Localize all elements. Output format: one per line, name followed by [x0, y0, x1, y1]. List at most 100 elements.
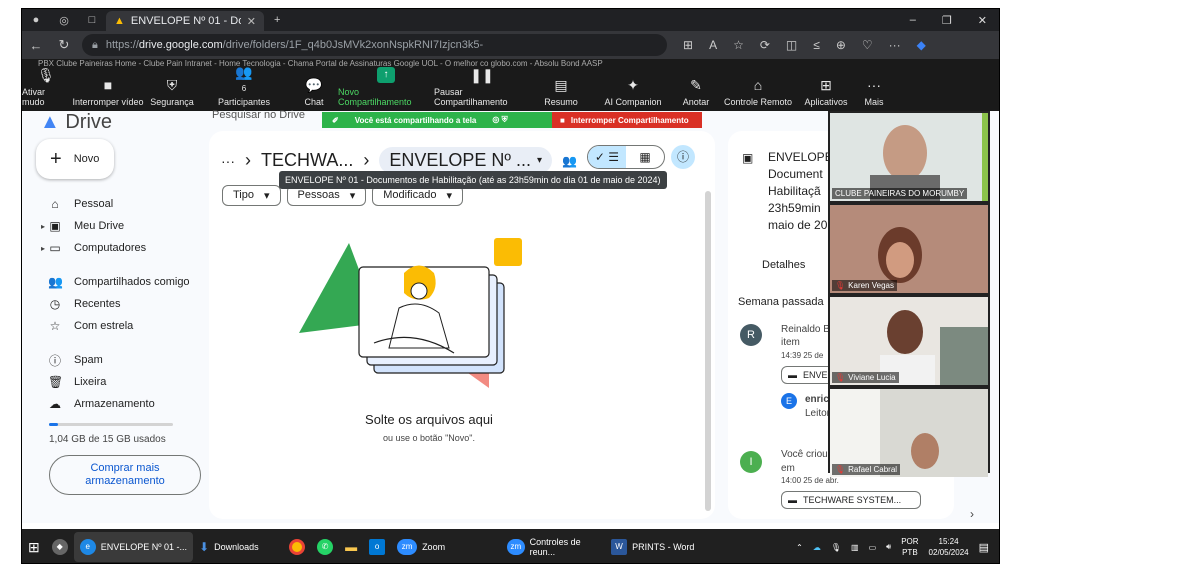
taskbar-item-downloads[interactable]: ⬇ Downloads — [193, 532, 283, 562]
sidebar-item-label: Computadores — [74, 242, 147, 254]
extension-icon[interactable]: ⟳ — [760, 38, 770, 52]
read-aloud-icon[interactable]: A — [709, 38, 717, 52]
close-window-icon[interactable]: ✕ — [978, 14, 987, 27]
whatsapp-icon[interactable]: ✆ — [311, 532, 339, 562]
app-icon[interactable]: ◆ — [46, 532, 74, 562]
sidebar-item-lixeira[interactable]: 🗑 Lixeira — [22, 371, 212, 393]
tab-actions-icon[interactable]: □ — [78, 14, 106, 26]
zoom-toolbar-label: AI Companion — [604, 97, 662, 107]
zoom-toolbar-item[interactable]: ✎ Anotar — [674, 77, 718, 107]
zoom-toolbar-item[interactable]: 🎙 Ativar mudo — [22, 67, 70, 107]
start-icon[interactable]: ⊞ — [22, 532, 46, 562]
collections-icon[interactable]: ⊕ — [836, 38, 846, 52]
grid-view-icon[interactable]: ▦ — [626, 146, 664, 168]
sidebar-item-pessoal[interactable]: ⌂ Pessoal — [22, 193, 212, 215]
drive-logo[interactable]: ▲ Drive — [40, 111, 112, 134]
avatar: E — [781, 393, 797, 409]
zoom-toolbar-item[interactable]: ✦ AI Companion — [592, 77, 674, 107]
onedrive-icon[interactable]: ☁ — [813, 543, 821, 552]
edge-icon: e — [79, 539, 96, 555]
restore-icon[interactable]: ❐ — [942, 14, 952, 27]
sidebar-item-recentes[interactable]: ◷ Recentes — [22, 293, 212, 315]
tab-details[interactable]: Detalhes — [762, 259, 805, 271]
zoom-icon: zm — [397, 539, 418, 555]
more-breadcrumbs-icon[interactable]: ··· — [221, 153, 235, 169]
sidebar-item-compartilhados[interactable]: 👥 Compartilhados comigo — [22, 271, 212, 293]
buy-storage-button[interactable]: Comprar mais armazenamento — [49, 455, 201, 495]
back-icon[interactable]: ← — [22, 38, 50, 53]
video-tile[interactable]: 🎙 Rafael Cabral — [830, 389, 988, 477]
video-tile[interactable]: 🎙 Karen Vegas — [830, 205, 988, 293]
zoom-toolbar-item[interactable]: ❚❚ Pausar Compartilhamento — [434, 67, 530, 107]
muted-mic-icon: 🎙 — [835, 373, 846, 382]
zoom-toolbar-item[interactable]: ⌂ Controle Remoto — [718, 77, 798, 107]
url-input[interactable]: 🔒︎ https://drive.google.com/drive/folder… — [82, 34, 667, 56]
zoom-toolbar-item[interactable]: ⛨ Segurança — [146, 77, 198, 107]
sidebar-item-com-estrela[interactable]: ☆ Com estrela — [22, 315, 212, 337]
notifications-icon[interactable]: ▤ — [979, 541, 989, 554]
taskbar-item-word[interactable]: W PRINTS - Word — [605, 532, 705, 562]
zoom-toolbar-item[interactable]: ■ Interromper vídeo — [70, 77, 146, 107]
scrollbar[interactable] — [705, 191, 711, 511]
zoom-toolbar-icon: ⌂ — [753, 77, 763, 93]
apps-icon[interactable]: ⊞ — [683, 38, 693, 52]
zoom-toolbar-item[interactable]: ↑ Novo Compartilhamento — [338, 67, 434, 107]
show-hidden-icon[interactable]: ⌃ — [796, 543, 803, 552]
profile-icon[interactable]: ● — [22, 14, 50, 26]
display-icon[interactable]: ▭ — [869, 543, 877, 552]
zoom-icon: zm — [507, 539, 525, 555]
taskbar-item-zoom[interactable]: zm Zoom — [391, 532, 501, 562]
close-tab-icon[interactable]: ✕ — [247, 15, 256, 28]
pin-icon[interactable]: ✐ — [332, 116, 339, 125]
mic-icon[interactable]: 🎙 — [831, 543, 841, 552]
zoom-toolbar-item[interactable]: 💬 Chat — [290, 77, 338, 107]
favorite-icon[interactable]: ☆ — [733, 38, 744, 52]
taskbar-item-zoom-controls[interactable]: zm Controles de reun... — [501, 532, 605, 562]
activity-time: 14:00 25 de abr. — [781, 476, 839, 485]
browser-tab[interactable]: ▲ ENVELOPE Nº 01 - Documentos ✕ — [106, 11, 264, 31]
refresh-icon[interactable]: ↻ — [50, 37, 78, 53]
workspaces-icon[interactable]: ◎ — [50, 14, 78, 27]
outlook-icon[interactable]: o — [363, 532, 391, 562]
language-code: POR — [901, 537, 919, 546]
taskbar-item-browser[interactable]: e ENVELOPE Nº 01 -... — [73, 532, 194, 562]
chevron-right-icon[interactable]: › — [970, 507, 974, 521]
taskbar-label: ENVELOPE Nº 01 -... — [100, 542, 188, 552]
more-icon[interactable]: ··· — [889, 38, 901, 52]
sidebar-item-armazenamento[interactable]: ☁ Armazenamento — [22, 393, 212, 415]
language-indicator[interactable]: POR PTB — [901, 536, 918, 558]
list-view-icon[interactable]: ✓ ☰ — [588, 146, 626, 168]
minimize-icon[interactable]: – — [910, 14, 916, 27]
network-icon[interactable]: ▥ — [851, 543, 859, 552]
copilot-icon[interactable]: ◆ — [917, 38, 926, 52]
sidebar-item-spam[interactable]: ⓘ Spam — [22, 349, 212, 371]
chrome-icon[interactable] — [283, 532, 311, 562]
video-tile[interactable]: 🎙 Viviane Lucia — [830, 297, 988, 385]
new-tab-icon[interactable]: + — [264, 14, 290, 26]
participant-name: 🎙 Rafael Cabral — [832, 464, 901, 475]
volume-icon[interactable]: 🔊︎ — [886, 542, 891, 552]
zoom-toolbar-item[interactable]: ··· Mais — [854, 77, 894, 107]
zoom-toolbar-item[interactable]: ▤ Resumo — [530, 77, 592, 107]
favorites-icon[interactable]: ≤ — [813, 38, 820, 52]
zoom-toolbar-item[interactable]: ⊞ Aplicativos — [798, 77, 854, 107]
stop-share-button[interactable]: ■ Interromper Compartilhamento — [552, 112, 702, 128]
sidebar-item-meu-drive[interactable]: ▸ ▣ Meu Drive — [22, 215, 212, 237]
new-button[interactable]: + Novo — [36, 139, 114, 179]
folder-icon: ▬ — [788, 370, 797, 380]
info-icon[interactable]: ⓘ — [671, 145, 695, 169]
zoom-toolbar-item[interactable]: 👥 6 Participantes — [198, 64, 290, 107]
clock[interactable]: 15:24 02/05/2024 — [929, 536, 969, 558]
expand-arrow-icon[interactable]: ▸ — [41, 244, 45, 253]
video-tile[interactable]: CLUBE PAINEIRAS DO MORUMBY — [830, 113, 988, 201]
breadcrumb-current[interactable]: ENVELOPE Nº ... ▾ — [379, 147, 552, 174]
expand-arrow-icon[interactable]: ▸ — [41, 222, 45, 231]
file-explorer-icon[interactable]: ▬ — [339, 532, 363, 562]
keyboard-layout: PTB — [902, 548, 918, 557]
file-chip[interactable]: ▬ TECHWARE SYSTEM... — [781, 491, 921, 509]
filter-type[interactable]: Tipo ▾ — [222, 185, 281, 206]
browser-essentials-icon[interactable]: ♡ — [862, 38, 873, 52]
breadcrumb-parent[interactable]: TECHWA... — [261, 150, 353, 171]
split-screen-icon[interactable]: ◫ — [786, 38, 797, 52]
sidebar-item-computadores[interactable]: ▸ ▭ Computadores — [22, 237, 212, 259]
